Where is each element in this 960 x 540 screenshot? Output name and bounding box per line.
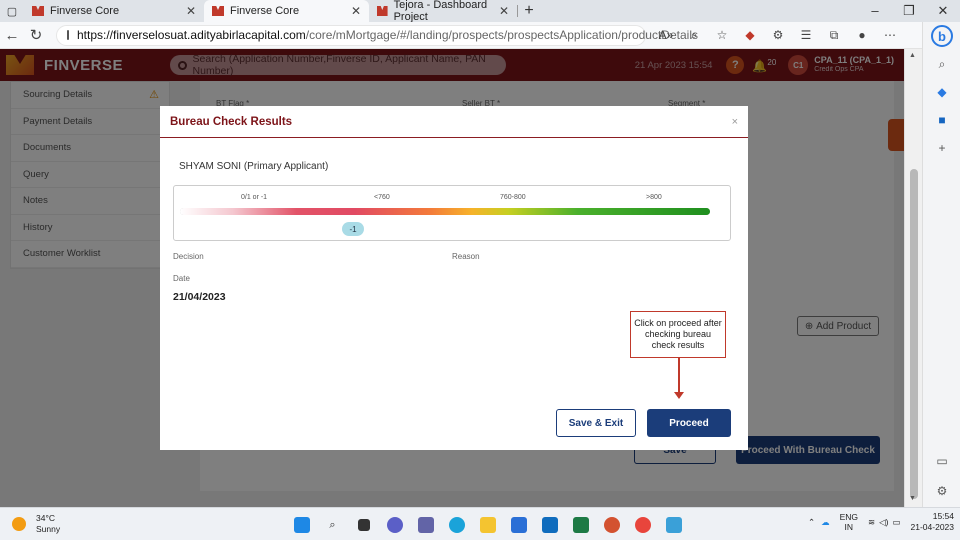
shopping-icon[interactable]: ◆ (923, 78, 960, 106)
search-icon[interactable]: ⌕ (317, 515, 348, 535)
start-icon[interactable] (286, 515, 317, 535)
windows-taskbar: 34°C Sunny ⌕ ⌃ ☁ ENG IN ≋ ◁) ▭ 15:54 21-… (0, 507, 960, 540)
clock[interactable]: 15:54 21-04-2023 (911, 511, 954, 533)
address-bar[interactable]: https://finverselosuat.adityabirlacapita… (56, 24, 698, 46)
save-and-exit-button[interactable]: Save & Exit (556, 409, 636, 437)
scroll-down-icon[interactable]: ▼ (909, 495, 916, 502)
modal-header: Bureau Check Results × (160, 106, 748, 138)
profile-icon[interactable]: ● (848, 28, 876, 42)
tejora-favicon (377, 6, 388, 16)
browser-tab[interactable]: Tejora - Dashboard Project ✕ (369, 0, 517, 23)
edge-icon[interactable] (441, 515, 472, 535)
zoom-icon[interactable]: ⌕ (680, 28, 708, 43)
date-label: Date (173, 274, 190, 283)
modal-title: Bureau Check Results (170, 115, 293, 128)
close-tab-icon[interactable]: ✕ (499, 4, 509, 18)
close-window-icon[interactable]: ✕ (926, 3, 960, 19)
collections-icon[interactable]: ⧉ (820, 28, 848, 43)
excel-icon[interactable] (565, 515, 596, 535)
proceed-button[interactable]: Proceed (647, 409, 731, 437)
bureau-check-modal: Bureau Check Results × SHYAM SONI (Prima… (160, 106, 748, 450)
weather-condition: Sunny (36, 524, 61, 534)
scrollbar-thumb[interactable] (910, 169, 918, 499)
store-icon[interactable] (503, 515, 534, 535)
date-value: 21/04/2023 (173, 291, 226, 303)
page-scrollbar[interactable]: ▲ ▼ (904, 49, 922, 507)
extensions-icon[interactable]: ⚙ (764, 28, 792, 42)
score-tick: >800 (646, 194, 662, 201)
volume-icon[interactable]: ◁) (879, 517, 888, 528)
battery-icon[interactable]: ▭ (892, 517, 900, 528)
score-bar-gradient (180, 208, 710, 215)
score-tick: <760 (374, 194, 390, 201)
refresh-icon[interactable]: ↻ (24, 26, 48, 44)
show-hidden-icons-icon[interactable]: ⌃ (808, 517, 815, 528)
clock-time: 15:54 (932, 511, 954, 521)
instruction-callout: Click on proceed after checking bureau c… (630, 311, 726, 358)
weather-widget[interactable]: 34°C Sunny (0, 513, 200, 535)
edge-sidebar: b ⌕ ◆ ■ + ▭ ⚙ (922, 22, 960, 507)
new-tab-icon[interactable]: + (518, 2, 540, 20)
language-indicator[interactable]: ENG IN (840, 512, 858, 532)
minimize-icon[interactable]: – (858, 3, 892, 19)
url-path: /core/mMortgage/#/landing/prospects/pros… (305, 28, 698, 42)
lock-icon (67, 30, 69, 40)
file-explorer-icon[interactable] (472, 515, 503, 535)
system-tray: ⌃ ☁ ENG IN ≋ ◁) ▭ 15:54 21-04-2023 (808, 511, 954, 533)
tab-title: Finverse Core (50, 5, 120, 17)
tab-title: Tejora - Dashboard Project (393, 0, 488, 23)
outlook-icon[interactable]: ■ (923, 106, 960, 134)
powerpoint-icon[interactable] (596, 515, 627, 535)
finverse-favicon (212, 6, 224, 16)
score-tick: 760-800 (500, 194, 526, 201)
sun-icon (12, 517, 26, 531)
clock-date: 21-04-2023 (910, 522, 954, 532)
settings-icon[interactable]: ⚙ (923, 477, 960, 505)
finverse-favicon (32, 6, 44, 16)
callout-arrow-line (678, 358, 680, 394)
reason-label: Reason (452, 252, 480, 261)
callout-arrow-head-icon (674, 392, 684, 399)
chrome-icon[interactable] (627, 515, 658, 535)
back-icon[interactable]: ← (0, 27, 24, 44)
browser-tab-strip: ▢ Finverse Core ✕ Finverse Core ✕ Tejora… (0, 0, 960, 23)
favorites-icon[interactable]: ☰ (792, 28, 820, 42)
search-icon[interactable]: ⌕ (923, 50, 960, 78)
tab-title: Finverse Core (230, 5, 300, 17)
teams-icon[interactable] (410, 515, 441, 535)
close-tab-icon[interactable]: ✕ (186, 4, 196, 18)
favorite-add-icon[interactable]: ☆ (708, 28, 736, 42)
browser-tab-active[interactable]: Finverse Core ✕ (204, 0, 369, 22)
bureau-score-panel: 0/1 or -1 <760 760-800 >800 -1 (173, 185, 731, 241)
chat-icon[interactable] (379, 515, 410, 535)
outlook-icon[interactable] (534, 515, 565, 535)
browser-toolbar: ← ↻ https://finverselosuat.adityabirlaca… (0, 22, 960, 49)
task-view-icon[interactable] (348, 515, 379, 535)
extension-icon[interactable]: ◆ (736, 28, 764, 42)
notepad-icon[interactable] (658, 515, 689, 535)
wifi-icon[interactable]: ≋ (868, 517, 875, 528)
restore-icon[interactable]: ❐ (892, 3, 926, 19)
browser-tab[interactable]: Finverse Core ✕ (24, 0, 204, 22)
read-aloud-icon[interactable]: A» (652, 28, 680, 42)
add-sidebar-app-icon[interactable]: + (923, 134, 960, 162)
temperature: 34°C (36, 513, 55, 523)
url-host: https://finverselosuat.adityabirlacapita… (77, 28, 306, 42)
applicant-name: SHYAM SONI (Primary Applicant) (179, 161, 329, 172)
onedrive-icon[interactable]: ☁ (821, 517, 830, 528)
browser-toolbar-icons: A» ⌕ ☆ ◆ ⚙ ☰ ⧉ ● ⋯ (652, 28, 904, 43)
bing-chat-icon[interactable]: b (923, 22, 960, 50)
close-tab-icon[interactable]: ✕ (351, 4, 361, 18)
score-value-badge: -1 (342, 222, 364, 236)
window-controls: – ❐ ✕ (858, 3, 960, 19)
score-tick: 0/1 or -1 (241, 194, 268, 201)
tab-actions-icon[interactable]: ▢ (0, 0, 24, 22)
close-icon[interactable]: × (732, 116, 738, 128)
more-icon[interactable]: ⋯ (876, 28, 904, 42)
scroll-up-icon[interactable]: ▲ (909, 52, 916, 59)
taskbar-apps: ⌕ (286, 515, 689, 535)
sidebar-toggle-icon[interactable]: ▭ (923, 447, 960, 475)
decision-label: Decision (173, 252, 204, 261)
